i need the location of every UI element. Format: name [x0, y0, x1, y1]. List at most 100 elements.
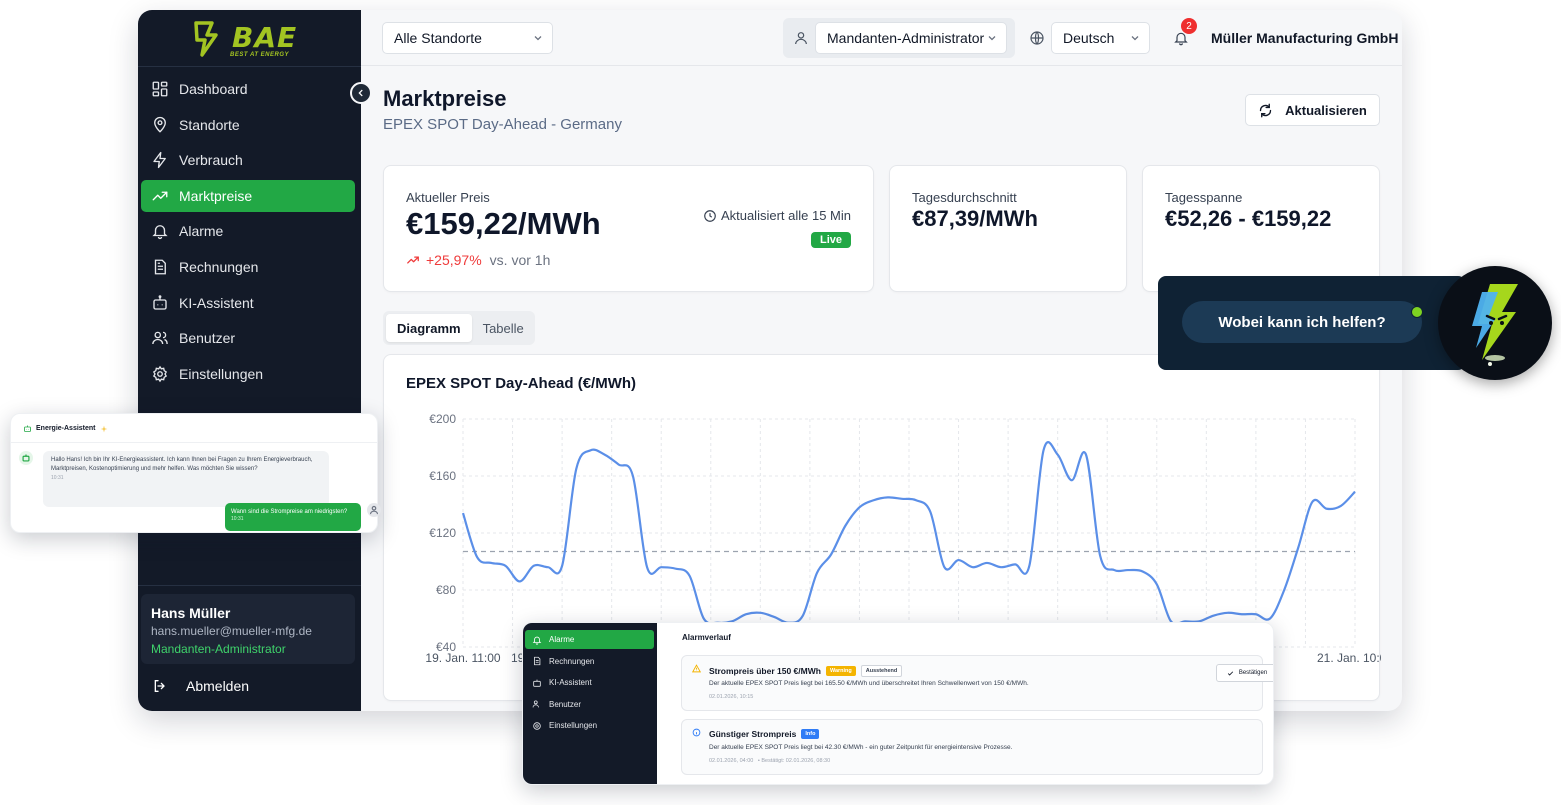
- alarm-item[interactable]: Strompreis über 150 €/MWh Warning Ausste…: [681, 655, 1273, 711]
- sidebar-item-marktpreise[interactable]: Marktpreise: [141, 179, 355, 212]
- dashboard-icon: [152, 81, 168, 97]
- sidebar-item-alarme[interactable]: Alarme: [525, 630, 654, 649]
- alarm-history-title: Alarmverlauf: [682, 633, 731, 642]
- sidebar-item-label: Rechnungen: [549, 656, 595, 666]
- robot-icon: [22, 454, 30, 462]
- daily-range-card: Tagesspanne €52,26 - €159,22: [1142, 165, 1380, 292]
- sidebar-item-dashboard[interactable]: Dashboard: [141, 73, 355, 105]
- lightning-mascot-icon: [1472, 284, 1518, 366]
- update-note: Aktualisiert alle 15 Min: [703, 208, 851, 223]
- update-note-text: Aktualisiert alle 15 Min: [720, 208, 851, 223]
- sidebar-nav: Dashboard Standorte Verbrauch Marktpreis…: [141, 73, 355, 393]
- sidebar-item-benutzer[interactable]: Benutzer: [141, 322, 355, 354]
- location-select[interactable]: Alle Standorte: [382, 22, 553, 54]
- language-select[interactable]: Deutsch: [1051, 22, 1150, 54]
- logout-button[interactable]: Abmelden: [152, 678, 249, 694]
- sidebar-item-label: Einstellungen: [549, 721, 598, 730]
- bolt-logo-icon: [194, 21, 218, 57]
- gear-icon: [533, 721, 541, 730]
- lightning-icon: [153, 152, 166, 169]
- sidebar-item-label: Standorte: [179, 116, 240, 133]
- brand-tagline: BEST AT ENERGY: [230, 52, 290, 58]
- daily-average-card: Tagesdurchschnitt €87,39/MWh: [889, 165, 1127, 292]
- robot-icon: [153, 294, 167, 310]
- x-tick-label: 21. Jan. 10:00: [1317, 651, 1381, 665]
- sidebar-item-label: Verbrauch: [179, 152, 243, 169]
- help-prompt[interactable]: Wobei kann ich helfen?: [1182, 301, 1422, 343]
- info-icon: [692, 728, 701, 737]
- current-price-card: Aktueller Preis €159,22/MWh +25,97% vs. …: [383, 165, 874, 292]
- y-tick-label: €160: [429, 469, 456, 483]
- sidebar-item-label: Einstellungen: [179, 365, 264, 382]
- tab-tabelle[interactable]: Tabelle: [472, 314, 535, 342]
- map-pin-icon: [154, 116, 166, 133]
- robot-icon: [24, 425, 31, 432]
- chevron-down-icon: [988, 36, 996, 41]
- current-price-value: €159,22/MWh: [406, 206, 601, 241]
- sidebar-collapse-button[interactable]: [350, 82, 372, 104]
- sidebar-item-benutzer[interactable]: Benutzer: [525, 695, 654, 714]
- user-name: Hans Müller: [151, 605, 231, 621]
- sidebar-item-ki-assistent[interactable]: KI-Assistent: [525, 673, 654, 692]
- sidebar-item-rechnungen[interactable]: Rechnungen: [141, 251, 355, 283]
- energy-assistant-popup: Energie-Assistent Hallo Hans! Ich bin Ih…: [10, 413, 381, 533]
- role-switcher: Mandanten-Administrator: [783, 18, 1015, 58]
- help-widget[interactable]: Wobei kann ich helfen?: [1158, 276, 1466, 370]
- chevron-down-icon: [1131, 36, 1139, 41]
- severity-badge: Warning: [825, 666, 856, 676]
- page-title: Marktpreise: [383, 86, 507, 111]
- tab-diagramm[interactable]: Diagramm: [386, 314, 472, 342]
- alarm-timestamp: 02.01.2026, 04:00 • Bestätigt: 02.01.202…: [709, 758, 830, 764]
- sidebar-item-einstellungen[interactable]: Einstellungen: [525, 716, 654, 735]
- notification-count-badge: 2: [1181, 18, 1197, 34]
- sidebar-item-label: Benutzer: [549, 699, 582, 709]
- sidebar-item-label: Dashboard: [179, 81, 248, 97]
- alarm-history-popup: Alarme Rechnungen KI-Assistent Benutzer …: [522, 622, 1274, 785]
- globe-icon: [1030, 31, 1044, 45]
- y-tick-label: €80: [436, 583, 456, 597]
- severity-badge: Info: [801, 729, 820, 739]
- sidebar-item-alarme[interactable]: Alarme: [141, 215, 355, 247]
- gear-icon: [152, 365, 168, 383]
- alarm-item[interactable]: Günstiger Strompreis Info Der aktuelle E…: [681, 719, 1263, 775]
- assistant-bot-avatar: [19, 451, 33, 465]
- price-change: +25,97% vs. vor 1h: [406, 252, 550, 268]
- location-select-value: Alle Standorte: [394, 30, 482, 46]
- warning-icon: [692, 664, 701, 673]
- brand-logo[interactable]: BAE BEST AT ENERGY: [190, 16, 310, 62]
- sidebar-item-rechnungen[interactable]: Rechnungen: [525, 652, 654, 671]
- sidebar-item-verbrauch[interactable]: Verbrauch: [141, 144, 355, 176]
- bot-message-text: Hallo Hans! Ich bin Ihr KI-Energieassist…: [51, 457, 313, 472]
- alarm-confirmed-text: • Bestätigt: 02.01.2026, 08:30: [757, 758, 831, 764]
- role-select[interactable]: Mandanten-Administrator: [815, 22, 1007, 54]
- chevron-left-icon: [358, 89, 363, 97]
- alarm-title-text: Günstiger Strompreis: [709, 729, 797, 739]
- alarm-description: Der aktuelle EPEX SPOT Preis liegt bei 4…: [709, 744, 1013, 751]
- daily-range-value: €52,26 - €159,22: [1165, 206, 1332, 231]
- company-name[interactable]: Müller Manufacturing GmbH: [1211, 30, 1398, 46]
- page-subtitle: EPEX SPOT Day-Ahead - Germany: [383, 116, 622, 133]
- confirm-label: Bestätigen: [1238, 670, 1268, 676]
- sidebar-item-label: KI-Assistent: [179, 294, 254, 311]
- assistant-mascot-avatar[interactable]: [1438, 266, 1552, 380]
- user-role: Mandanten-Administrator: [151, 642, 286, 656]
- confirm-button[interactable]: Bestätigen: [1216, 664, 1273, 682]
- user-card[interactable]: Hans Müller hans.mueller@mueller-mfg.de …: [141, 594, 355, 664]
- alarm-timestamp: 02.01.2026, 10:15: [709, 694, 754, 700]
- assistant-title: Energie-Assistent: [36, 425, 96, 432]
- clock-icon: [704, 209, 716, 222]
- sidebar-item-ki-assistent[interactable]: KI-Assistent: [141, 287, 355, 319]
- online-status-dot: [1411, 306, 1423, 318]
- view-tabs: Diagramm Tabelle: [383, 311, 535, 345]
- assistant-header: Energie-Assistent: [23, 424, 108, 433]
- language-select-value: Deutsch: [1063, 30, 1115, 46]
- sidebar-item-standorte[interactable]: Standorte: [141, 109, 355, 141]
- y-tick-label: €200: [429, 412, 456, 426]
- sidebar-item-label: KI-Assistent: [549, 678, 592, 687]
- alarm-popup-nav: Alarme Rechnungen KI-Assistent Benutzer …: [525, 630, 654, 738]
- sidebar-item-einstellungen[interactable]: Einstellungen: [141, 358, 355, 390]
- refresh-button[interactable]: Aktualisieren: [1245, 94, 1380, 126]
- sidebar-item-label: Alarme: [179, 223, 224, 240]
- refresh-label: Aktualisieren: [1285, 102, 1367, 118]
- topbar: Alle Standorte Mandanten-Administrator D…: [361, 10, 1402, 66]
